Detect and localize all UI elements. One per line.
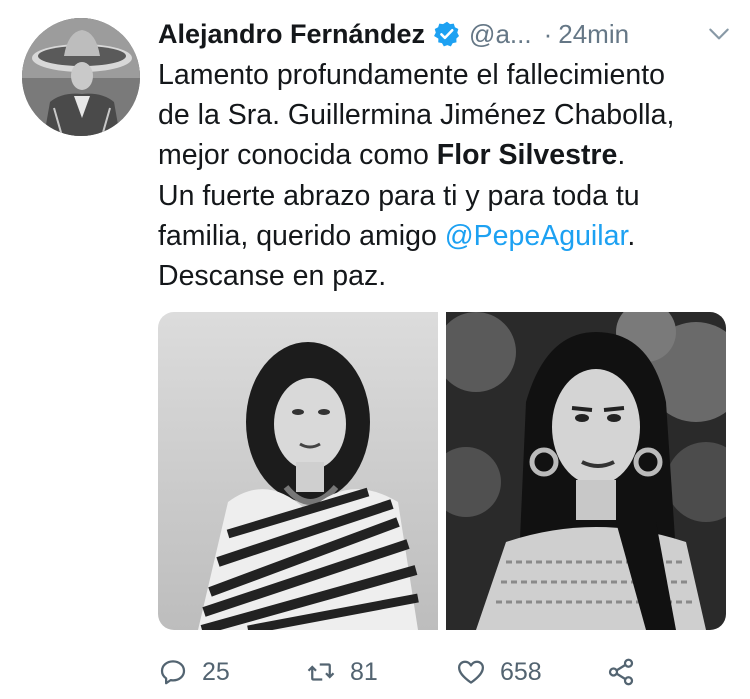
tweet-line: de la Sra. Guillermina Jiménez Chabolla, (158, 99, 675, 132)
user-name[interactable]: Alejandro Fernández (158, 19, 425, 50)
tweet-actions: 25 81 658 (158, 650, 718, 694)
retweet-count: 81 (350, 657, 378, 686)
tweet-line: familia, querido amigo @PepeAguilar. (158, 216, 738, 256)
tweet-line: Descanse en paz. (158, 260, 387, 293)
tweet-line: Un fuerte abrazo para ti y para toda tu (158, 179, 640, 212)
share-icon (608, 658, 634, 686)
chevron-down-icon[interactable] (706, 21, 732, 47)
user-handle[interactable]: @a... (469, 19, 532, 50)
separator-dot: · (543, 18, 553, 49)
like-icon (458, 660, 484, 684)
like-button[interactable]: 658 (456, 650, 542, 694)
reply-count: 25 (202, 657, 230, 686)
verified-badge-icon (433, 20, 461, 48)
tweet-text-segment: . (617, 139, 626, 172)
share-button[interactable] (606, 650, 636, 694)
reply-icon (160, 660, 186, 685)
tweet-text: Lamento profundamente el fallecimiento d… (158, 55, 738, 296)
mention-link[interactable]: @PepeAguilar (445, 220, 628, 252)
reply-button[interactable]: 25 (158, 650, 230, 694)
media-grid (158, 312, 726, 630)
tweet-line: mejor conocida como Flor Silvestre. (158, 135, 738, 175)
photo-right[interactable] (446, 312, 726, 630)
tweet-text-segment: . (627, 219, 636, 252)
tweet-text-segment: familia, querido amigo (158, 219, 445, 252)
photo-left[interactable] (158, 312, 438, 630)
bold-name: Flor Silvestre (436, 139, 618, 172)
tweet-text-segment: mejor conocida como (158, 139, 437, 172)
like-count: 658 (500, 657, 542, 686)
retweet-icon (307, 663, 335, 681)
tweet-card[interactable]: Alejandro Fernández @a... · 24min Lament… (0, 0, 750, 699)
tweet-header: Alejandro Fernández @a... · 24min (158, 14, 732, 54)
avatar[interactable] (22, 18, 140, 136)
retweet-button[interactable]: 81 (306, 650, 378, 694)
tweet-timestamp[interactable]: 24min (558, 19, 629, 50)
tweet-line: Lamento profundamente el fallecimiento (158, 59, 665, 91)
